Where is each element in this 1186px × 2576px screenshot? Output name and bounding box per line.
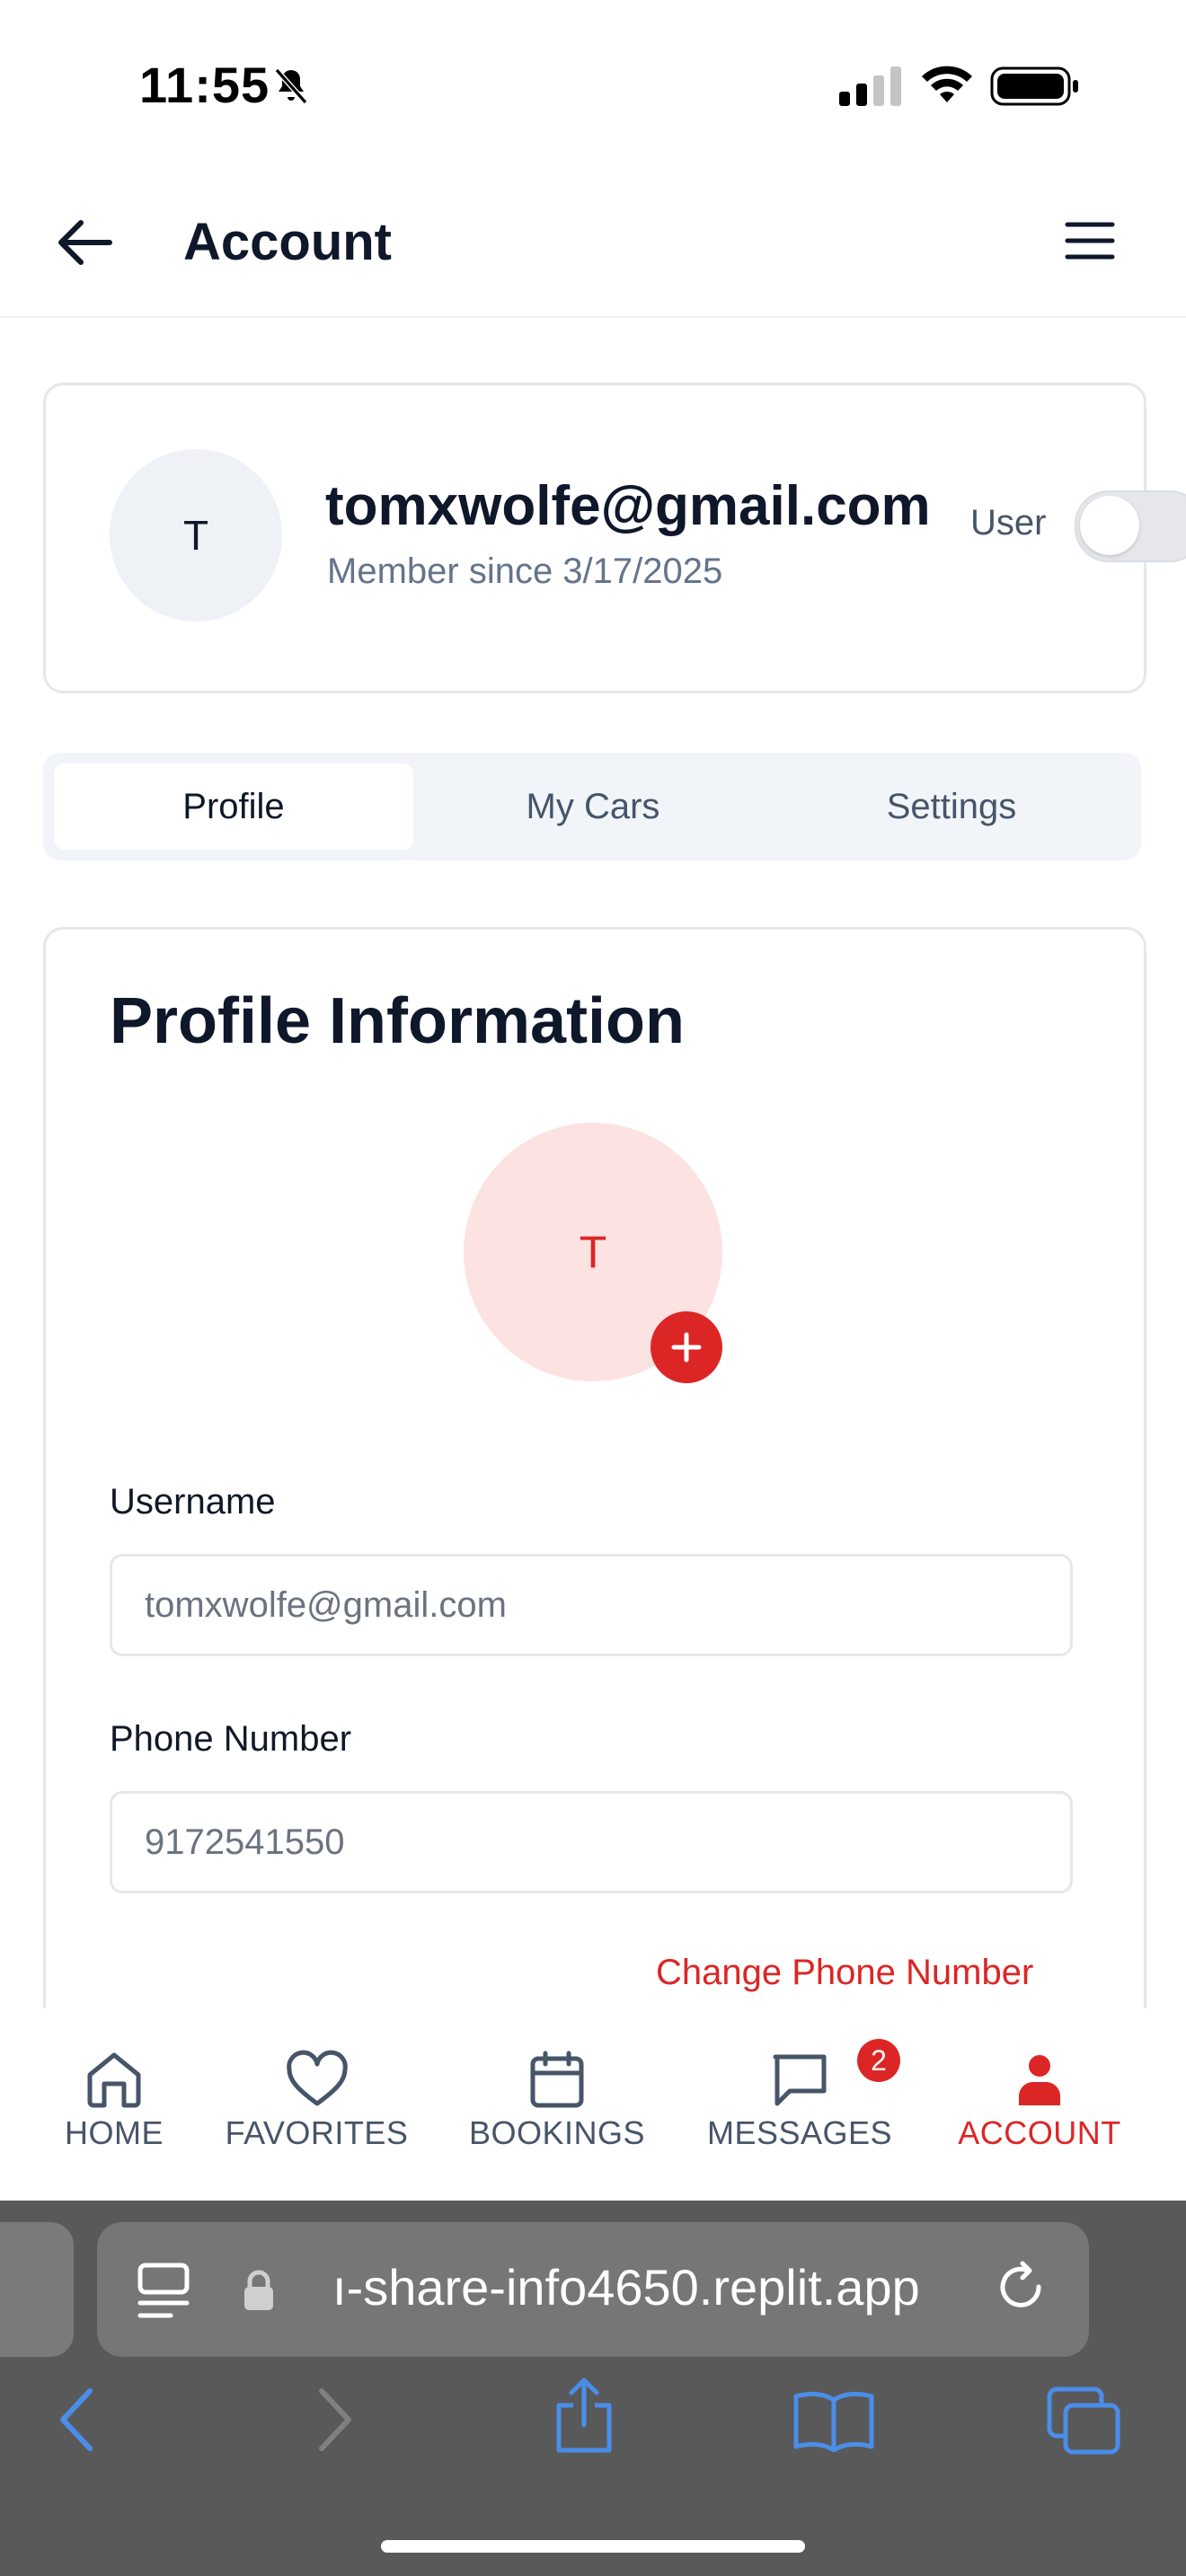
role-toggle-knob xyxy=(1080,496,1139,555)
phone-number-field[interactable]: 9172541550 xyxy=(110,1791,1073,1893)
lock-icon xyxy=(244,2270,273,2310)
previous-tab-preview[interactable] xyxy=(0,2222,74,2357)
tabs-icon[interactable] xyxy=(1046,2386,1123,2457)
nav-home-label: HOME xyxy=(65,2114,164,2151)
username-label: Username xyxy=(110,1482,276,1522)
tab-profile[interactable]: Profile xyxy=(54,763,413,850)
browser-forward-icon xyxy=(319,2388,351,2451)
bell-muted-icon xyxy=(274,68,308,104)
nav-messages-label: MESSAGES xyxy=(706,2114,893,2151)
home-indicator xyxy=(381,2540,805,2553)
url-text[interactable]: ı-share-info4650.replit.app xyxy=(332,2258,920,2316)
change-phone-number-link[interactable]: Change Phone Number xyxy=(656,1953,1033,1993)
nav-account[interactable]: ACCOUNT xyxy=(954,2050,1125,2152)
tab-settings[interactable]: Settings xyxy=(773,763,1130,850)
username-field[interactable]: tomxwolfe@gmail.com xyxy=(110,1554,1073,1656)
nav-bookings[interactable]: BOOKINGS xyxy=(467,2050,647,2152)
page-title: Account xyxy=(183,213,392,271)
phone-number-value: 9172541550 xyxy=(145,1822,345,1862)
messages-badge: 2 xyxy=(857,2039,900,2082)
wifi-icon xyxy=(922,66,972,102)
nav-favorites-label: FAVORITES xyxy=(225,2114,409,2151)
nav-bookings-label: BOOKINGS xyxy=(468,2114,646,2151)
share-icon[interactable] xyxy=(550,2375,618,2456)
section-title: Profile Information xyxy=(110,985,686,1057)
back-arrow-icon[interactable] xyxy=(54,216,115,269)
user-icon xyxy=(1019,2055,1060,2105)
browser-back-icon[interactable] xyxy=(56,2386,97,2454)
cellular-signal-icon xyxy=(839,66,901,106)
bookmarks-icon[interactable] xyxy=(791,2387,877,2452)
add-photo-button[interactable] xyxy=(651,1311,722,1383)
plus-icon xyxy=(671,1332,702,1363)
nav-home[interactable]: HOME xyxy=(56,2050,173,2152)
top-header xyxy=(0,171,1186,318)
status-time: 11:55 xyxy=(139,57,270,113)
role-label: User xyxy=(970,503,1047,543)
tab-my-cars[interactable]: My Cars xyxy=(413,763,773,850)
nav-account-label: ACCOUNT xyxy=(958,2114,1121,2151)
heart-icon xyxy=(286,2050,348,2106)
menu-icon[interactable] xyxy=(1064,219,1116,262)
calendar-icon xyxy=(530,2051,584,2108)
member-since: Member since 3/17/2025 xyxy=(327,551,723,591)
username-value: tomxwolfe@gmail.com xyxy=(145,1584,507,1625)
home-icon xyxy=(87,2052,141,2108)
battery-icon xyxy=(990,66,1078,106)
reader-mode-icon[interactable] xyxy=(135,2260,192,2321)
avatar: T xyxy=(110,449,282,622)
reload-icon[interactable] xyxy=(992,2258,1049,2316)
user-email: tomxwolfe@gmail.com xyxy=(325,475,931,537)
phone-number-label: Phone Number xyxy=(110,1719,352,1759)
nav-favorites[interactable]: FAVORITES xyxy=(225,2050,409,2152)
message-icon xyxy=(773,2054,827,2106)
